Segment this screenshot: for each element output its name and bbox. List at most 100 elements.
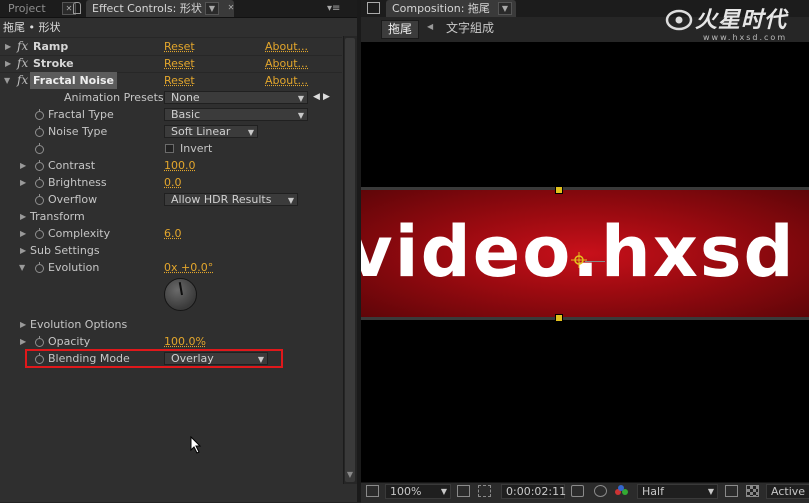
close-tab-icon[interactable]: ✕ [224, 2, 238, 15]
transform-handle-bottom[interactable] [555, 314, 563, 322]
resolution-dropdown[interactable]: Half ▼ [637, 484, 718, 499]
preset-prev-icon[interactable]: ◀ [313, 89, 320, 106]
brightness-value[interactable]: 0.0 [164, 174, 182, 191]
expand-triangle-icon[interactable]: ▶ [5, 55, 11, 72]
hxsd-logo: 火星时代 www.hxsd.com [663, 4, 809, 42]
vertical-scrollbar[interactable] [343, 36, 357, 484]
breadcrumb-current[interactable]: 拖尾 [381, 20, 420, 39]
overflow-row: Overflow Allow HDR Results ▼ [0, 191, 342, 208]
always-preview-icon[interactable] [366, 485, 379, 497]
anchor-point-icon[interactable] [571, 252, 587, 268]
snapshot-camera-icon[interactable] [571, 485, 584, 497]
tab-composition-label: Composition: 拖尾 [392, 2, 490, 15]
animation-presets-row: Animation Presets: None ▼ ◀ ▶ [0, 89, 342, 106]
stopwatch-icon[interactable] [35, 126, 44, 137]
scrollbar-thumb[interactable] [345, 38, 355, 482]
effect-row-ramp[interactable]: ▶ fx Ramp Reset About... [0, 38, 342, 55]
blending-mode-highlight-box [25, 349, 283, 368]
overflow-label: Overflow [48, 193, 98, 206]
chevron-down-icon[interactable]: ▼ [205, 2, 219, 15]
expand-triangle-icon[interactable]: ▶ [20, 208, 26, 225]
expand-triangle-icon[interactable]: ▶ [20, 174, 26, 191]
fx-icon[interactable]: fx [17, 55, 28, 72]
expand-triangle-icon[interactable]: ▶ [20, 157, 26, 174]
overflow-value: Allow HDR Results [171, 193, 272, 206]
invert-checkbox[interactable] [165, 144, 174, 153]
layer-breadcrumb: 拖尾 • 形状 [3, 21, 61, 34]
breadcrumb-item-label: 文字組成 [446, 21, 495, 35]
stopwatch-icon[interactable] [35, 160, 44, 171]
complexity-row: ▶ Complexity 6.0 [0, 225, 342, 242]
reset-link[interactable]: Reset [164, 72, 195, 89]
region-of-interest-icon[interactable] [725, 485, 738, 497]
guide-line [585, 261, 605, 262]
collapse-triangle-icon[interactable]: ▼ [19, 259, 25, 276]
preset-next-icon[interactable]: ▶ [323, 89, 330, 106]
camera-view-dropdown[interactable]: Active [766, 484, 809, 499]
breadcrumb-item[interactable]: 文字組成 [440, 20, 500, 37]
expand-triangle-icon[interactable]: ▶ [20, 225, 26, 242]
stopwatch-icon[interactable] [35, 228, 44, 239]
expand-triangle-icon[interactable]: ▶ [20, 242, 26, 259]
chevron-down-icon[interactable]: ▼ [498, 2, 512, 15]
transform-handle-top[interactable] [555, 186, 563, 194]
complexity-value[interactable]: 6.0 [164, 225, 182, 242]
lock-icon[interactable] [73, 2, 81, 14]
channels-icon[interactable] [615, 485, 629, 497]
zoom-value: 100% [390, 485, 422, 498]
effect-name: Fractal Noise [30, 72, 118, 89]
about-link[interactable]: About... [265, 55, 308, 72]
stopwatch-icon[interactable] [35, 194, 44, 205]
tab-composition[interactable]: Composition: 拖尾 [386, 0, 516, 17]
tab-project[interactable]: Project [2, 0, 52, 17]
animation-presets-dropdown[interactable]: None ▼ [164, 91, 308, 104]
safe-zones-icon[interactable] [457, 485, 470, 497]
expand-triangle-icon[interactable]: ▶ [5, 38, 11, 55]
show-snapshot-icon[interactable] [594, 485, 607, 497]
sub-settings-row[interactable]: ▶ Sub Settings [0, 242, 342, 259]
fx-icon[interactable]: fx [17, 38, 28, 55]
mask-path-icon[interactable] [478, 485, 491, 497]
about-link[interactable]: About... [265, 38, 308, 55]
stopwatch-icon[interactable] [35, 109, 44, 120]
stopwatch-icon[interactable] [35, 262, 44, 273]
transform-row[interactable]: ▶ Transform [0, 208, 342, 225]
fractal-type-dropdown[interactable]: Basic ▼ [164, 108, 308, 121]
effect-name: Stroke [33, 57, 74, 70]
collapse-triangle-icon[interactable]: ▼ [4, 72, 10, 89]
stopwatch-icon[interactable] [35, 336, 44, 347]
resolution-value: Half [642, 485, 664, 498]
reset-link[interactable]: Reset [164, 55, 195, 72]
evolution-options-row[interactable]: ▶ Evolution Options [0, 316, 342, 333]
chevron-down-icon: ▼ [287, 196, 294, 205]
evolution-angle-dial[interactable] [164, 278, 197, 311]
opacity-row: ▶ Opacity 100.0% [0, 333, 342, 350]
contrast-value[interactable]: 100.0 [164, 157, 196, 174]
invert-label: Invert [180, 142, 213, 155]
stopwatch-icon[interactable] [35, 177, 44, 188]
current-time-display[interactable]: 0:00:02:11 [501, 484, 566, 499]
evolution-label: Evolution [48, 261, 100, 274]
opacity-value[interactable]: 100.0% [164, 333, 206, 350]
effect-row-stroke[interactable]: ▶ fx Stroke Reset About... [0, 55, 342, 72]
fractal-type-value: Basic [171, 108, 201, 121]
breadcrumb-current-label: 拖尾 [388, 22, 413, 36]
evolution-value[interactable]: 0x +0.0° [164, 259, 213, 276]
reset-link[interactable]: Reset [164, 38, 195, 55]
brightness-label: Brightness [48, 176, 107, 189]
transparency-grid-icon[interactable] [746, 485, 759, 497]
scroll-down-arrow-icon[interactable]: ▼ [344, 470, 356, 482]
about-link[interactable]: About... [265, 72, 308, 89]
contrast-label: Contrast [48, 159, 96, 172]
opacity-label: Opacity [48, 335, 91, 348]
expand-triangle-icon[interactable]: ▶ [20, 333, 26, 350]
panel-menu-icon[interactable]: ▾≡ [327, 0, 340, 17]
zoom-dropdown[interactable]: 100% ▼ [385, 484, 451, 499]
composition-icon [367, 2, 380, 14]
overflow-dropdown[interactable]: Allow HDR Results ▼ [164, 193, 298, 206]
expand-triangle-icon[interactable]: ▶ [20, 316, 26, 333]
stopwatch-icon[interactable] [35, 143, 44, 154]
noise-type-dropdown[interactable]: Soft Linear ▼ [164, 125, 258, 138]
effect-row-fractal-noise[interactable]: ▼ fx Fractal Noise Reset About... [0, 72, 342, 89]
fx-icon[interactable]: fx [17, 72, 28, 89]
